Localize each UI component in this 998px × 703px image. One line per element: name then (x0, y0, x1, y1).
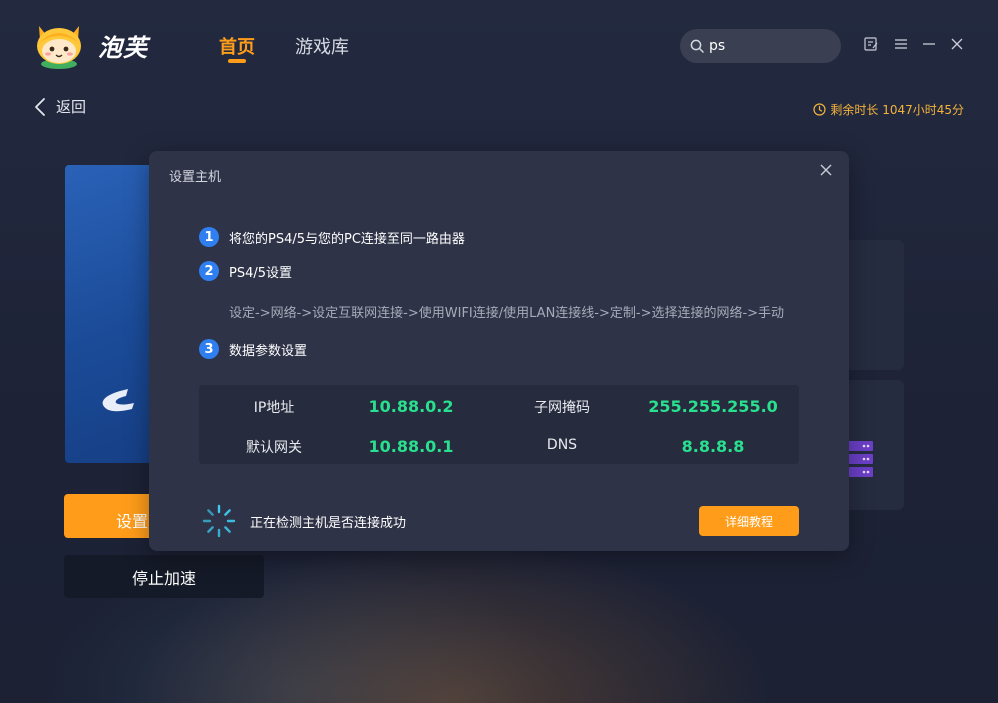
network-params-table: IP地址 10.88.0.2 子网掩码 255.255.255.0 默认网关 1… (199, 385, 799, 464)
gateway-value: 10.88.0.1 (368, 437, 454, 456)
tab-home[interactable]: 首页 (219, 33, 255, 59)
stop-acceleration-button[interactable]: 停止加速 (64, 555, 264, 598)
step-number: 1 (199, 227, 219, 247)
tab-game-library[interactable]: 游戏库 (295, 33, 349, 59)
loading-spinner-icon (202, 504, 236, 538)
back-button[interactable]: 返回 (34, 96, 86, 117)
search-input[interactable] (709, 38, 819, 54)
detailed-tutorial-button[interactable]: 详细教程 (699, 506, 799, 536)
menu-icon[interactable] (893, 36, 909, 52)
search-box[interactable] (680, 29, 841, 63)
step-text: PS4/5设置 (229, 265, 293, 281)
dns-value: 8.8.8.8 (681, 437, 745, 456)
subnet-label: 子网掩码 (534, 400, 590, 416)
subnet-value: 255.255.255.0 (648, 397, 778, 416)
step-number: 2 (199, 261, 219, 281)
detecting-text: 正在检测主机是否连接成功 (250, 515, 407, 531)
chevron-left-icon (35, 97, 45, 116)
network-settings-path: 设定->网络->设定互联网连接->使用WIFI连接/使用LAN连接线->定制->… (229, 306, 785, 321)
search-icon (690, 39, 704, 53)
dialog-close-icon[interactable] (818, 162, 834, 178)
step-2: 2 PS4/5设置 (199, 261, 292, 281)
step-number: 3 (199, 339, 219, 359)
server-icon (847, 441, 873, 477)
gateway-label: 默认网关 (246, 440, 302, 456)
brand-name: 泡芙 (98, 34, 148, 62)
step-1: 1 将您的PS4/5与您的PC连接至同一路由器 (199, 227, 465, 247)
setup-host-dialog: 设置主机 1 将您的PS4/5与您的PC连接至同一路由器 2 PS4/5设置 设… (149, 151, 849, 551)
step-text: 将您的PS4/5与您的PC连接至同一路由器 (229, 231, 465, 247)
minimize-icon[interactable] (921, 36, 937, 52)
app-logo (37, 26, 81, 69)
clock-icon (813, 103, 826, 116)
remaining-time-text: 剩余时长 1047小时45分 (830, 103, 964, 117)
step-text: 数据参数设置 (229, 343, 308, 359)
connection-status: 正在检测主机是否连接成功 (201, 503, 406, 539)
tab-active-indicator (228, 59, 246, 63)
remaining-time: 剩余时长 1047小时45分 (813, 101, 964, 118)
dns-label: DNS (546, 437, 578, 453)
back-label: 返回 (56, 98, 87, 116)
dialog-title: 设置主机 (169, 170, 222, 185)
feedback-icon[interactable] (863, 36, 879, 52)
close-icon[interactable] (949, 36, 965, 52)
ip-label: IP地址 (253, 400, 295, 416)
ip-value: 10.88.0.2 (368, 397, 454, 416)
step-3: 3 数据参数设置 (199, 339, 307, 359)
